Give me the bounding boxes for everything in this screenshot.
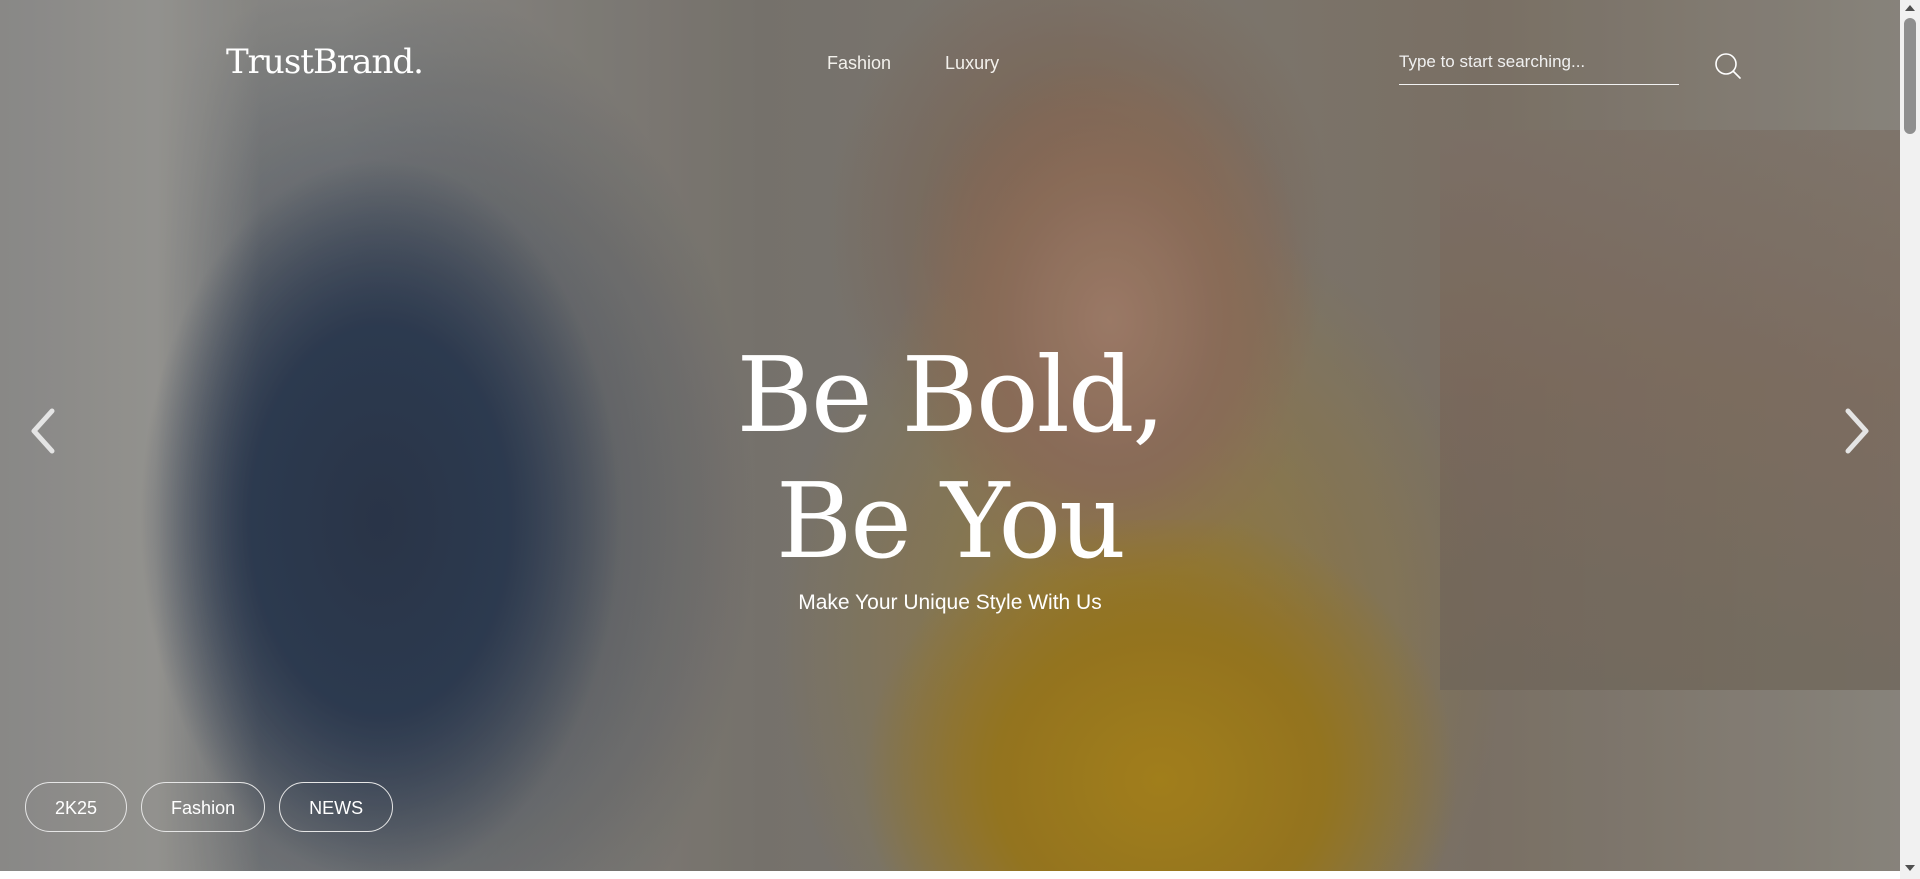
search-input[interactable] [1399,46,1679,78]
tag-news[interactable]: NEWS [279,782,394,832]
hero-headline-line1: Be Bold, [736,334,1166,456]
scrollbar-thumb[interactable] [1904,18,1916,134]
nav-item-fashion[interactable]: Fashion [827,53,891,74]
search-field [1399,46,1679,85]
vertical-scrollbar[interactable] [1900,0,1920,879]
tag-2k25[interactable]: 2K25 [25,782,128,832]
scroll-up-arrow-icon[interactable] [1905,5,1915,11]
hero-headline-line2: Be You [775,460,1126,582]
tag-list: 2K25 Fashion NEWS [25,782,394,832]
hero-subline: Make Your Unique Style With Us [798,591,1102,614]
main-nav: Fashion Luxury [827,53,999,74]
search-icon[interactable] [1713,51,1743,81]
hero-slider: TrustBrand. Fashion Luxury Be Bold, Be Y… [0,0,1900,871]
page-bottom-edge [0,871,1900,879]
scroll-down-arrow-icon[interactable] [1905,865,1915,871]
chevron-right-icon[interactable] [1838,405,1874,457]
chevron-left-icon[interactable] [26,405,62,457]
tag-fashion[interactable]: Fashion [141,782,266,832]
nav-item-luxury[interactable]: Luxury [945,53,999,74]
hero-headline: Be Bold, Be You [600,332,1300,584]
brand-logo[interactable]: TrustBrand. [226,42,424,82]
